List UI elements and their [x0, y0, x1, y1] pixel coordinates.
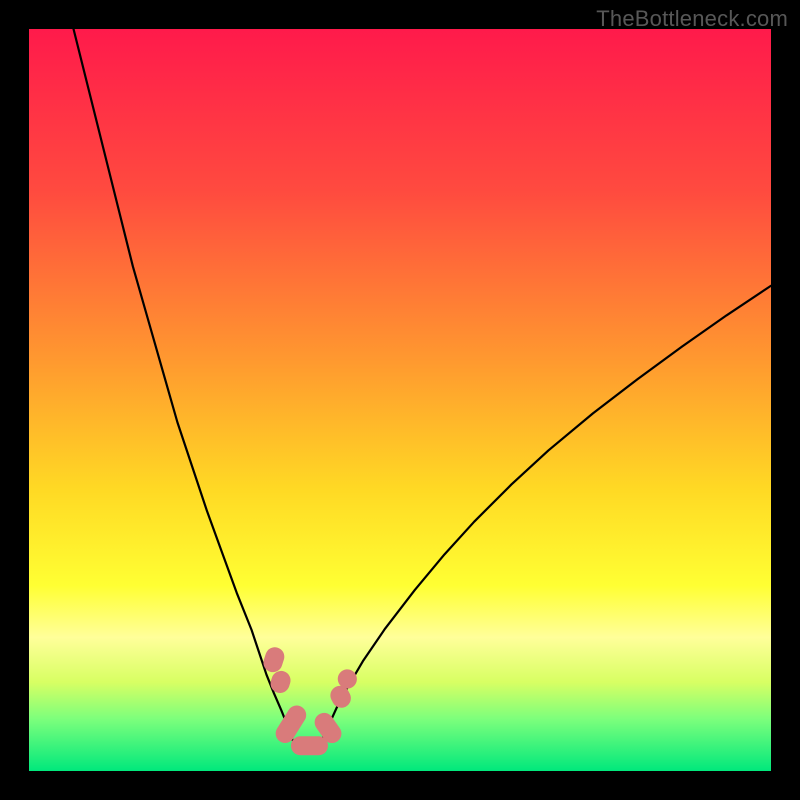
plot-area [29, 29, 771, 771]
gradient-background [29, 29, 771, 771]
chart-frame: TheBottleneck.com [0, 0, 800, 800]
watermark-text: TheBottleneck.com [596, 6, 788, 32]
bottleneck-chart [29, 29, 771, 771]
marker-capsule [291, 736, 328, 755]
